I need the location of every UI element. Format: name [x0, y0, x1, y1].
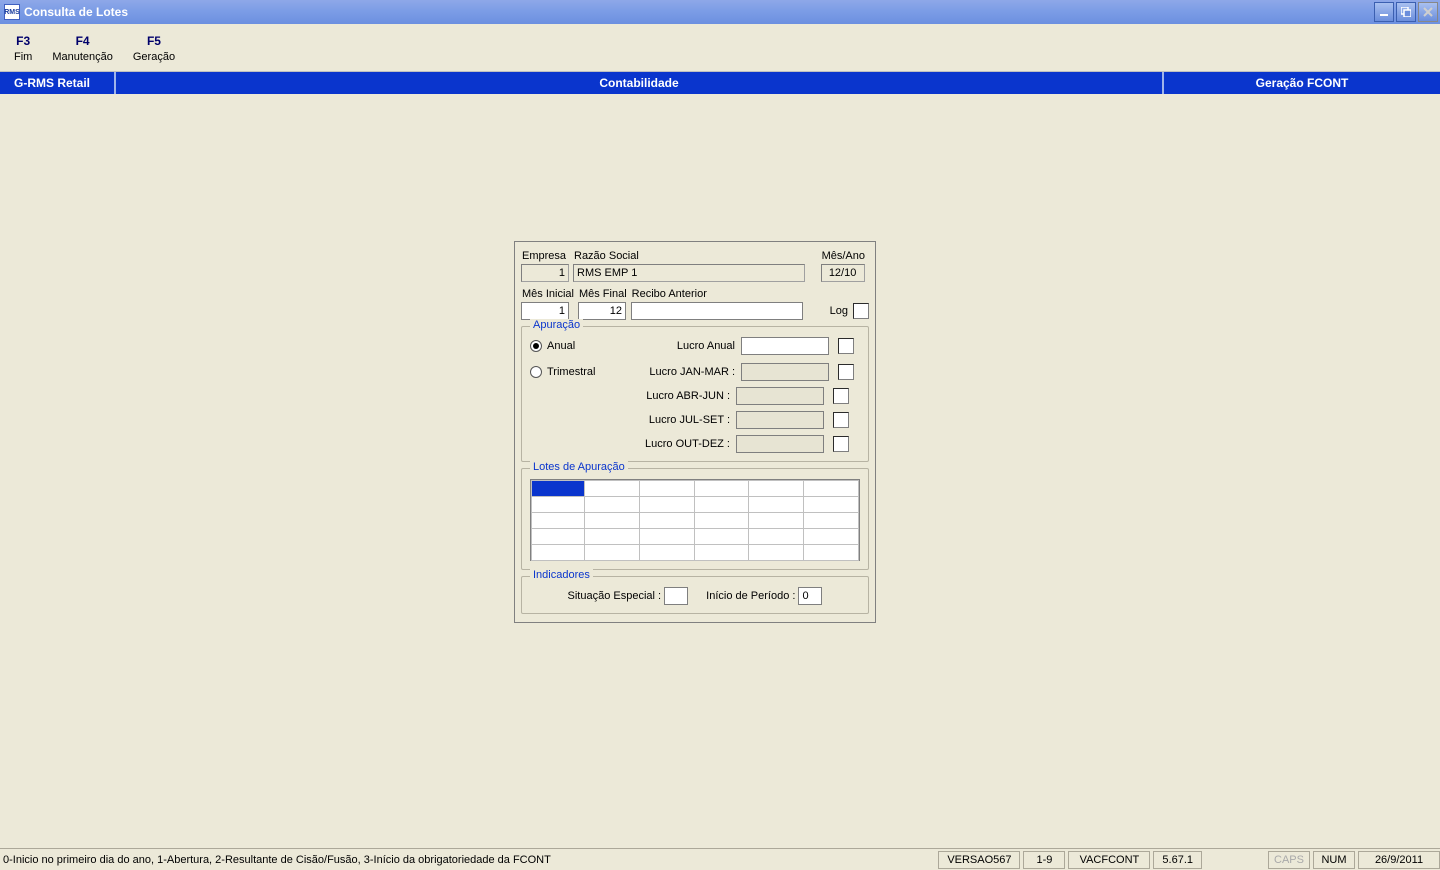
label-trimestral: Trimestral: [547, 366, 643, 378]
label-lucro-js: Lucro JUL-SET :: [638, 414, 730, 426]
grid-lotes[interactable]: [530, 479, 860, 561]
status-bar: 0-Inicio no primeiro dia do ano, 1-Abert…: [0, 848, 1440, 870]
checkbox-log[interactable]: [853, 303, 869, 319]
table-row[interactable]: [532, 497, 859, 513]
field-mes-final[interactable]: [578, 302, 626, 320]
label-mesini: Mês Inicial: [521, 288, 574, 300]
label-inicio-periodo: Início de Período :: [706, 590, 795, 602]
label-log: Log: [829, 305, 848, 317]
field-lucro-od: [736, 435, 824, 453]
checkbox-lucro-jm[interactable]: [838, 364, 854, 380]
label-empresa: Empresa: [521, 250, 569, 262]
field-lucro-jm: [741, 363, 829, 381]
group-apuracao: Apuração Anual Lucro Anual Trimestral Lu…: [521, 326, 869, 462]
legend-apuracao: Apuração: [530, 319, 583, 331]
app-icon: RMS: [4, 4, 20, 20]
field-razao: [573, 264, 805, 282]
field-lucro-anual[interactable]: [741, 337, 829, 355]
info-mid: Contabilidade: [116, 72, 1164, 94]
field-inicio-periodo[interactable]: [798, 587, 822, 605]
label-recibo: Recibo Anterior: [631, 288, 825, 300]
legend-indicadores: Indicadores: [530, 569, 593, 581]
label-lucro-jm: Lucro JAN-MAR :: [643, 366, 735, 378]
label-lucro-od: Lucro OUT-DEZ :: [638, 438, 730, 450]
form-panel: Empresa Razão Social Mês/Ano Mês Inicial…: [514, 241, 876, 623]
info-left: G-RMS Retail: [0, 72, 116, 94]
table-row[interactable]: [532, 481, 859, 497]
menu-key: F3: [14, 34, 32, 48]
window-title: Consulta de Lotes: [24, 5, 128, 19]
menu-key: F5: [133, 34, 175, 48]
checkbox-lucro-anual[interactable]: [838, 338, 854, 354]
label-mesfim: Mês Final: [578, 288, 627, 300]
field-mesano: [821, 264, 865, 282]
status-date: 26/9/2011: [1358, 851, 1440, 869]
window-buttons: [1374, 2, 1438, 22]
menu-bar: F3 Fim F4 Manutenção F5 Geração: [0, 24, 1440, 72]
minimize-button[interactable]: [1374, 2, 1394, 22]
checkbox-lucro-aj[interactable]: [833, 388, 849, 404]
label-anual: Anual: [547, 340, 643, 352]
field-mes-inicial[interactable]: [521, 302, 569, 320]
status-message: 0-Inicio no primeiro dia do ano, 1-Abert…: [0, 854, 935, 866]
close-button[interactable]: [1418, 2, 1438, 22]
status-range: 1-9: [1023, 851, 1065, 869]
status-ver: 5.67.1: [1153, 851, 1202, 869]
menu-fim[interactable]: F3 Fim: [14, 34, 32, 63]
maximize-button[interactable]: [1396, 2, 1416, 22]
label-razao: Razão Social: [573, 250, 817, 262]
titlebar: RMS Consulta de Lotes: [0, 0, 1440, 24]
info-bar: G-RMS Retail Contabilidade Geração FCONT: [0, 72, 1440, 94]
menu-geracao[interactable]: F5 Geração: [133, 34, 175, 63]
status-prog: VACFCONT: [1068, 851, 1150, 869]
label-lucro-aj: Lucro ABR-JUN :: [638, 390, 730, 402]
checkbox-lucro-js[interactable]: [833, 412, 849, 428]
status-versao: VERSAO567: [938, 851, 1020, 869]
status-spacer: [1205, 851, 1265, 869]
field-situacao-especial[interactable]: [664, 587, 688, 605]
radio-trimestral[interactable]: [530, 366, 542, 378]
table-row[interactable]: [532, 529, 859, 545]
radio-anual[interactable]: [530, 340, 542, 352]
field-recibo[interactable]: [631, 302, 803, 320]
status-num: NUM: [1313, 851, 1355, 869]
field-lucro-aj: [736, 387, 824, 405]
table-row[interactable]: [532, 513, 859, 529]
menu-label: Manutenção: [52, 51, 113, 63]
label-situacao-especial: Situação Especial :: [568, 590, 662, 602]
menu-manutencao[interactable]: F4 Manutenção: [52, 34, 113, 63]
label-lucro-anual: Lucro Anual: [643, 340, 735, 352]
info-right: Geração FCONT: [1164, 72, 1440, 94]
group-indicadores: Indicadores Situação Especial : Início d…: [521, 576, 869, 614]
field-empresa: [521, 264, 569, 282]
menu-label: Geração: [133, 51, 175, 63]
table-row[interactable]: [532, 545, 859, 561]
menu-label: Fim: [14, 51, 32, 63]
menu-key: F4: [52, 34, 113, 48]
group-lotes: Lotes de Apuração: [521, 468, 869, 570]
field-lucro-js: [736, 411, 824, 429]
legend-lotes: Lotes de Apuração: [530, 461, 628, 473]
status-caps: CAPS: [1268, 851, 1310, 869]
label-mesano: Mês/Ano: [821, 250, 865, 262]
checkbox-lucro-od[interactable]: [833, 436, 849, 452]
